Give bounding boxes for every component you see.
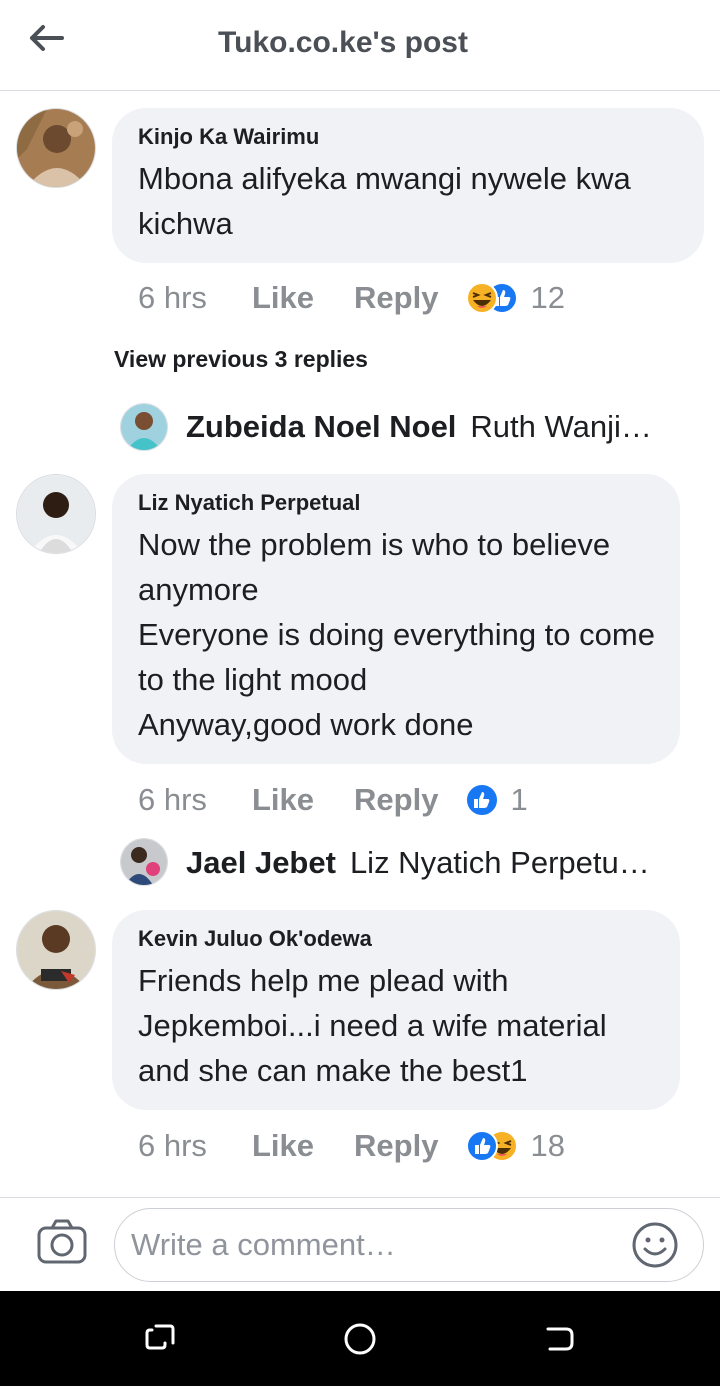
- recents-icon[interactable]: [142, 1321, 178, 1357]
- comment-input[interactable]: Write a comment…: [114, 1208, 704, 1282]
- comment-actions: 6 hrs Like Reply 12: [138, 278, 565, 318]
- reply-button[interactable]: Reply: [354, 782, 438, 818]
- reply-text: Ruth Wanji…: [470, 409, 652, 444]
- reply-button[interactable]: Reply: [354, 280, 438, 316]
- reactions-summary[interactable]: 1: [464, 782, 528, 818]
- top-bar: Tuko.co.ke's post: [0, 0, 720, 91]
- reactions-summary[interactable]: 12: [464, 280, 565, 316]
- reaction-count: 12: [530, 280, 565, 315]
- view-previous-replies-link[interactable]: View previous 3 replies: [114, 346, 368, 373]
- comment-composer: Write a comment…: [0, 1197, 720, 1292]
- comment-input-placeholder: Write a comment…: [131, 1227, 396, 1262]
- comment-author[interactable]: Kinjo Ka Wairimu: [138, 124, 680, 150]
- comment-bubble[interactable]: Liz Nyatich Perpetual Now the problem is…: [112, 474, 680, 764]
- like-button[interactable]: Like: [252, 782, 314, 818]
- reply-author[interactable]: Zubeida Noel Noel: [186, 409, 456, 445]
- like-button[interactable]: Like: [252, 1128, 314, 1164]
- like-haha-reactions-icon: [466, 1130, 519, 1162]
- reactions-summary[interactable]: 18: [464, 1128, 565, 1164]
- comment-time: 6 hrs: [138, 280, 207, 315]
- reply-button[interactable]: Reply: [354, 1128, 438, 1164]
- comment-text: Mbona alifyeka mwangi nywele kwa kichwa: [138, 161, 631, 241]
- comment-author[interactable]: Kevin Juluo Ok'odewa: [138, 926, 656, 952]
- avatar[interactable]: [120, 838, 168, 886]
- reply-preview[interactable]: Zubeida Noel Noel Ruth Wanji…: [186, 402, 686, 452]
- comment-text: Now the problem is who to believe anymor…: [138, 527, 655, 742]
- avatar[interactable]: [16, 474, 96, 554]
- haha-like-reactions-icon: [466, 282, 519, 314]
- comment-time: 6 hrs: [138, 1128, 207, 1163]
- reply-text: Liz Nyatich Perpetu…: [349, 845, 650, 880]
- comment-author[interactable]: Liz Nyatich Perpetual: [138, 490, 656, 516]
- smiley-icon[interactable]: [631, 1221, 679, 1269]
- reaction-count: 1: [510, 782, 528, 817]
- reaction-count: 18: [530, 1128, 565, 1163]
- like-button[interactable]: Like: [252, 280, 314, 316]
- comment-text: Friends help me plead with Jepkemboi...i…: [138, 963, 607, 1088]
- avatar[interactable]: [16, 910, 96, 990]
- comment-time: 6 hrs: [138, 782, 207, 817]
- page-title: Tuko.co.ke's post: [218, 26, 468, 59]
- comment-bubble[interactable]: Kinjo Ka Wairimu Mbona alifyeka mwangi n…: [112, 108, 704, 263]
- comment-actions: 6 hrs Like Reply 18: [138, 1126, 565, 1166]
- comment-bubble[interactable]: Kevin Juluo Ok'odewa Friends help me ple…: [112, 910, 680, 1110]
- camera-icon[interactable]: [36, 1216, 88, 1266]
- home-icon[interactable]: [342, 1321, 378, 1357]
- reply-author[interactable]: Jael Jebet: [186, 845, 336, 881]
- back-icon[interactable]: [542, 1321, 578, 1357]
- system-navigation-bar: [0, 1291, 720, 1386]
- avatar[interactable]: [120, 403, 168, 451]
- reply-preview[interactable]: Jael Jebet Liz Nyatich Perpetu…: [186, 838, 686, 888]
- like-icon: [465, 783, 500, 817]
- comment-actions: 6 hrs Like Reply 1: [138, 780, 528, 820]
- avatar[interactable]: [16, 108, 96, 188]
